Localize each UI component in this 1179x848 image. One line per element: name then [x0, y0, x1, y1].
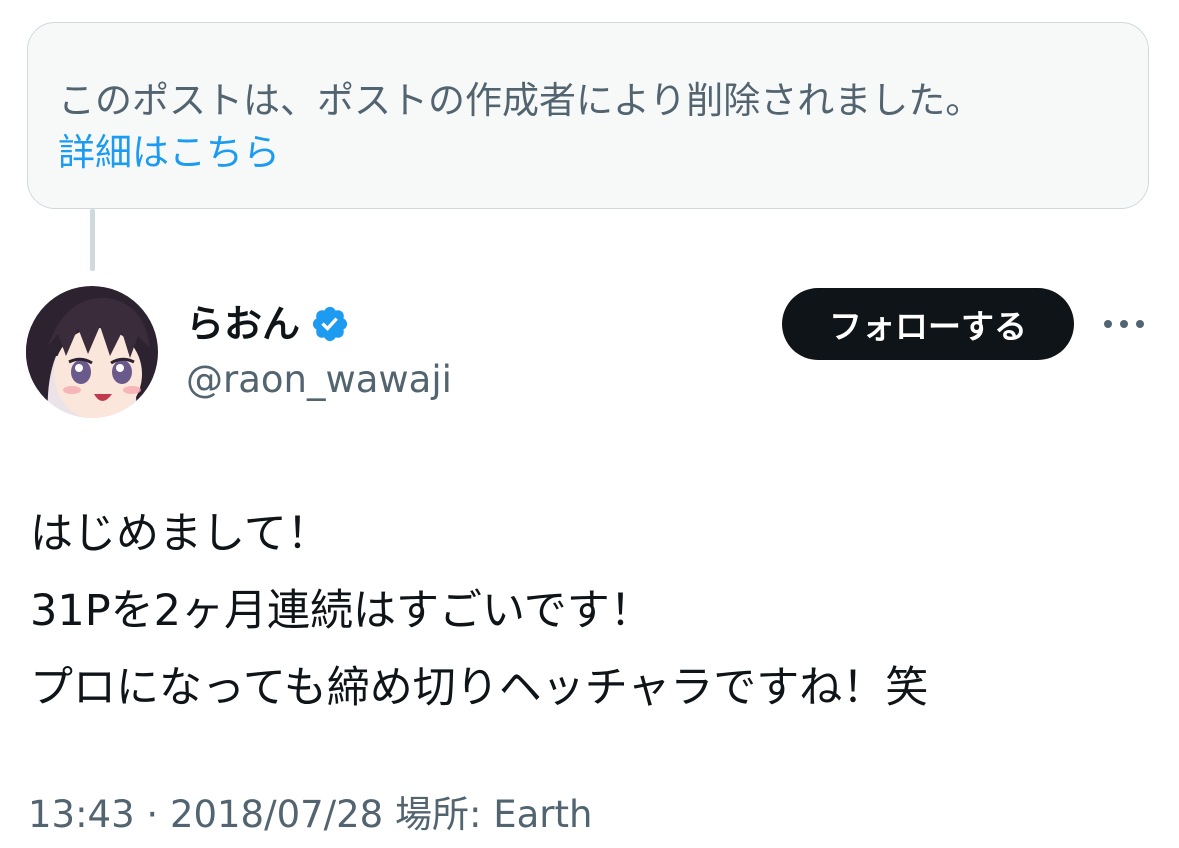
- deleted-post-message: このポストは、ポストの作成者により削除されました。: [58, 79, 983, 122]
- learn-more-link[interactable]: 詳細はこちら: [58, 127, 280, 179]
- tweet-line: はじめまして！: [30, 509, 330, 559]
- more-dots-icon: [1104, 320, 1144, 328]
- anime-girl-avatar-icon: [26, 286, 158, 418]
- thread-connector-line: [90, 209, 95, 271]
- location-label: 場所:: [394, 793, 482, 836]
- display-name[interactable]: らおん: [186, 300, 300, 348]
- avatar[interactable]: [26, 286, 158, 418]
- verified-badge-icon: [312, 306, 348, 342]
- deleted-post-notice: このポストは、ポストの作成者により削除されました。 詳細はこちら: [27, 22, 1149, 209]
- more-options-button[interactable]: [1100, 304, 1148, 344]
- tweet-metadata: 13:43 · 2018/07/28 場所: Earth: [28, 790, 592, 840]
- follow-button[interactable]: フォローする: [782, 288, 1074, 360]
- location-value: Earth: [493, 793, 593, 836]
- meta-separator: ·: [146, 793, 159, 836]
- tweet-line: 31Pを2ヶ月連続はすごいです！: [30, 586, 653, 636]
- tweet-text: はじめまして！ 31Pを2ヶ月連続はすごいです！ プロになっても締め切りヘッチャ…: [30, 496, 1150, 727]
- author-name-row[interactable]: らおん: [186, 300, 350, 348]
- tweet-time[interactable]: 13:43: [28, 793, 135, 836]
- tweet-date[interactable]: 2018/07/28: [170, 793, 383, 836]
- author-handle[interactable]: @raon_wawaji: [186, 356, 452, 404]
- tweet-view: このポストは、ポストの作成者により削除されました。 詳細はこちら らおん @ra…: [0, 0, 1179, 848]
- tweet-line: プロになっても締め切りヘッチャラですね！笑: [30, 663, 929, 713]
